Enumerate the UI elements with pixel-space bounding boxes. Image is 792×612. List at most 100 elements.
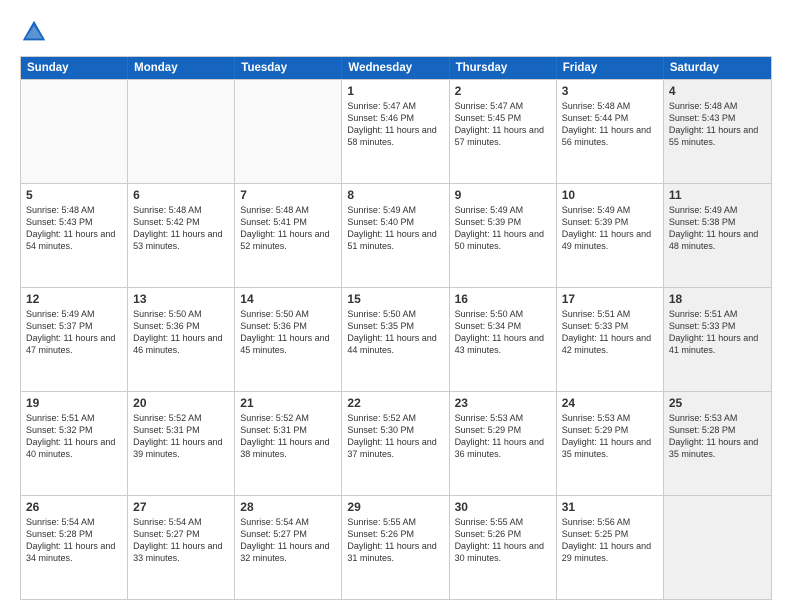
calendar-body: 1 Sunrise: 5:47 AM Sunset: 5:46 PM Daylig… [21, 79, 771, 599]
calendar-header-cell: Sunday [21, 57, 128, 79]
calendar-cell: 25Sunrise: 5:53 AM Sunset: 5:28 PM Dayli… [664, 392, 771, 495]
calendar-cell: 5 Sunrise: 5:48 AM Sunset: 5:43 PM Daylig… [21, 184, 128, 287]
logo [20, 18, 52, 46]
day-info: Sunrise: 5:48 AM Sunset: 5:41 PM Dayligh… [240, 204, 336, 253]
calendar-cell: 30 Sunrise: 5:55 AM Sunset: 5:26 PM Dayli… [450, 496, 557, 599]
day-info: Sunrise: 5:53 AM Sunset: 5:28 PM Dayligh… [669, 412, 766, 461]
day-info: Sunrise: 5:53 AM Sunset: 5:29 PM Dayligh… [455, 412, 551, 461]
day-info: Sunrise: 5:53 AM Sunset: 5:29 PM Dayligh… [562, 412, 658, 461]
calendar-cell: 6Sunrise: 5:48 AM Sunset: 5:42 PM Daylig… [128, 184, 235, 287]
day-info: Sunrise: 5:56 AM Sunset: 5:25 PM Dayligh… [562, 516, 658, 565]
day-info: Sunrise: 5:49 AM Sunset: 5:37 PM Dayligh… [26, 308, 122, 357]
calendar-cell: 4 Sunrise: 5:48 AM Sunset: 5:43 PM Daylig… [664, 80, 771, 183]
calendar-cell [664, 496, 771, 599]
day-number: 13 [133, 292, 229, 306]
calendar-row: 19Sunrise: 5:51 AM Sunset: 5:32 PM Dayli… [21, 391, 771, 495]
day-info: Sunrise: 5:51 AM Sunset: 5:33 PM Dayligh… [669, 308, 766, 357]
calendar-cell: 20Sunrise: 5:52 AM Sunset: 5:31 PM Dayli… [128, 392, 235, 495]
calendar-header-cell: Tuesday [235, 57, 342, 79]
calendar-cell: 21Sunrise: 5:52 AM Sunset: 5:31 PM Dayli… [235, 392, 342, 495]
day-number: 28 [240, 500, 336, 514]
calendar-cell: 26 Sunrise: 5:54 AM Sunset: 5:28 PM Dayli… [21, 496, 128, 599]
day-info: Sunrise: 5:50 AM Sunset: 5:35 PM Dayligh… [347, 308, 443, 357]
day-number: 6 [133, 188, 229, 202]
day-number: 17 [562, 292, 658, 306]
calendar-cell: 14 Sunrise: 5:50 AM Sunset: 5:36 PM Dayli… [235, 288, 342, 391]
day-number: 12 [26, 292, 122, 306]
day-number: 29 [347, 500, 443, 514]
day-info: Sunrise: 5:55 AM Sunset: 5:26 PM Dayligh… [347, 516, 443, 565]
calendar-row: 5 Sunrise: 5:48 AM Sunset: 5:43 PM Daylig… [21, 183, 771, 287]
calendar-cell: 1 Sunrise: 5:47 AM Sunset: 5:46 PM Daylig… [342, 80, 449, 183]
day-number: 8 [347, 188, 443, 202]
day-info: Sunrise: 5:52 AM Sunset: 5:30 PM Dayligh… [347, 412, 443, 461]
day-info: Sunrise: 5:54 AM Sunset: 5:27 PM Dayligh… [133, 516, 229, 565]
day-info: Sunrise: 5:49 AM Sunset: 5:39 PM Dayligh… [455, 204, 551, 253]
day-info: Sunrise: 5:50 AM Sunset: 5:36 PM Dayligh… [133, 308, 229, 357]
calendar-header-cell: Monday [128, 57, 235, 79]
day-info: Sunrise: 5:54 AM Sunset: 5:27 PM Dayligh… [240, 516, 336, 565]
day-info: Sunrise: 5:48 AM Sunset: 5:43 PM Dayligh… [669, 100, 766, 149]
day-number: 2 [455, 84, 551, 98]
day-number: 18 [669, 292, 766, 306]
calendar-cell: 31 Sunrise: 5:56 AM Sunset: 5:25 PM Dayli… [557, 496, 664, 599]
calendar-cell: 19Sunrise: 5:51 AM Sunset: 5:32 PM Dayli… [21, 392, 128, 495]
calendar-cell: 22 Sunrise: 5:52 AM Sunset: 5:30 PM Dayli… [342, 392, 449, 495]
day-number: 30 [455, 500, 551, 514]
calendar-header-cell: Saturday [664, 57, 771, 79]
day-info: Sunrise: 5:49 AM Sunset: 5:39 PM Dayligh… [562, 204, 658, 253]
day-info: Sunrise: 5:47 AM Sunset: 5:46 PM Dayligh… [347, 100, 443, 149]
calendar-cell: 8 Sunrise: 5:49 AM Sunset: 5:40 PM Daylig… [342, 184, 449, 287]
day-info: Sunrise: 5:54 AM Sunset: 5:28 PM Dayligh… [26, 516, 122, 565]
day-number: 24 [562, 396, 658, 410]
calendar-cell: 23 Sunrise: 5:53 AM Sunset: 5:29 PM Dayli… [450, 392, 557, 495]
day-number: 23 [455, 396, 551, 410]
calendar-header-cell: Wednesday [342, 57, 449, 79]
day-info: Sunrise: 5:52 AM Sunset: 5:31 PM Dayligh… [133, 412, 229, 461]
day-number: 22 [347, 396, 443, 410]
day-info: Sunrise: 5:50 AM Sunset: 5:36 PM Dayligh… [240, 308, 336, 357]
day-number: 16 [455, 292, 551, 306]
calendar-cell: 12 Sunrise: 5:49 AM Sunset: 5:37 PM Dayli… [21, 288, 128, 391]
calendar-cell [21, 80, 128, 183]
day-info: Sunrise: 5:47 AM Sunset: 5:45 PM Dayligh… [455, 100, 551, 149]
calendar-cell: 11Sunrise: 5:49 AM Sunset: 5:38 PM Dayli… [664, 184, 771, 287]
day-number: 4 [669, 84, 766, 98]
day-number: 5 [26, 188, 122, 202]
calendar-cell: 15 Sunrise: 5:50 AM Sunset: 5:35 PM Dayli… [342, 288, 449, 391]
calendar-header-cell: Friday [557, 57, 664, 79]
calendar-cell [128, 80, 235, 183]
day-info: Sunrise: 5:48 AM Sunset: 5:43 PM Dayligh… [26, 204, 122, 253]
page-header [20, 18, 772, 46]
day-number: 21 [240, 396, 336, 410]
calendar: SundayMondayTuesdayWednesdayThursdayFrid… [20, 56, 772, 600]
calendar-cell: 9Sunrise: 5:49 AM Sunset: 5:39 PM Daylig… [450, 184, 557, 287]
day-info: Sunrise: 5:49 AM Sunset: 5:40 PM Dayligh… [347, 204, 443, 253]
calendar-header-cell: Thursday [450, 57, 557, 79]
calendar-cell [235, 80, 342, 183]
day-info: Sunrise: 5:51 AM Sunset: 5:32 PM Dayligh… [26, 412, 122, 461]
day-number: 10 [562, 188, 658, 202]
day-number: 11 [669, 188, 766, 202]
day-number: 15 [347, 292, 443, 306]
day-number: 26 [26, 500, 122, 514]
page-container: SundayMondayTuesdayWednesdayThursdayFrid… [0, 0, 792, 612]
calendar-row: 12 Sunrise: 5:49 AM Sunset: 5:37 PM Dayli… [21, 287, 771, 391]
calendar-header: SundayMondayTuesdayWednesdayThursdayFrid… [21, 57, 771, 79]
logo-icon [20, 18, 48, 46]
calendar-row: 1 Sunrise: 5:47 AM Sunset: 5:46 PM Daylig… [21, 79, 771, 183]
day-info: Sunrise: 5:48 AM Sunset: 5:44 PM Dayligh… [562, 100, 658, 149]
calendar-cell: 16 Sunrise: 5:50 AM Sunset: 5:34 PM Dayli… [450, 288, 557, 391]
day-number: 7 [240, 188, 336, 202]
calendar-cell: 29 Sunrise: 5:55 AM Sunset: 5:26 PM Dayli… [342, 496, 449, 599]
day-number: 1 [347, 84, 443, 98]
day-info: Sunrise: 5:50 AM Sunset: 5:34 PM Dayligh… [455, 308, 551, 357]
calendar-cell: 27Sunrise: 5:54 AM Sunset: 5:27 PM Dayli… [128, 496, 235, 599]
calendar-cell: 17Sunrise: 5:51 AM Sunset: 5:33 PM Dayli… [557, 288, 664, 391]
day-info: Sunrise: 5:55 AM Sunset: 5:26 PM Dayligh… [455, 516, 551, 565]
day-number: 3 [562, 84, 658, 98]
day-number: 14 [240, 292, 336, 306]
calendar-cell: 7 Sunrise: 5:48 AM Sunset: 5:41 PM Daylig… [235, 184, 342, 287]
calendar-cell: 18 Sunrise: 5:51 AM Sunset: 5:33 PM Dayli… [664, 288, 771, 391]
day-number: 31 [562, 500, 658, 514]
